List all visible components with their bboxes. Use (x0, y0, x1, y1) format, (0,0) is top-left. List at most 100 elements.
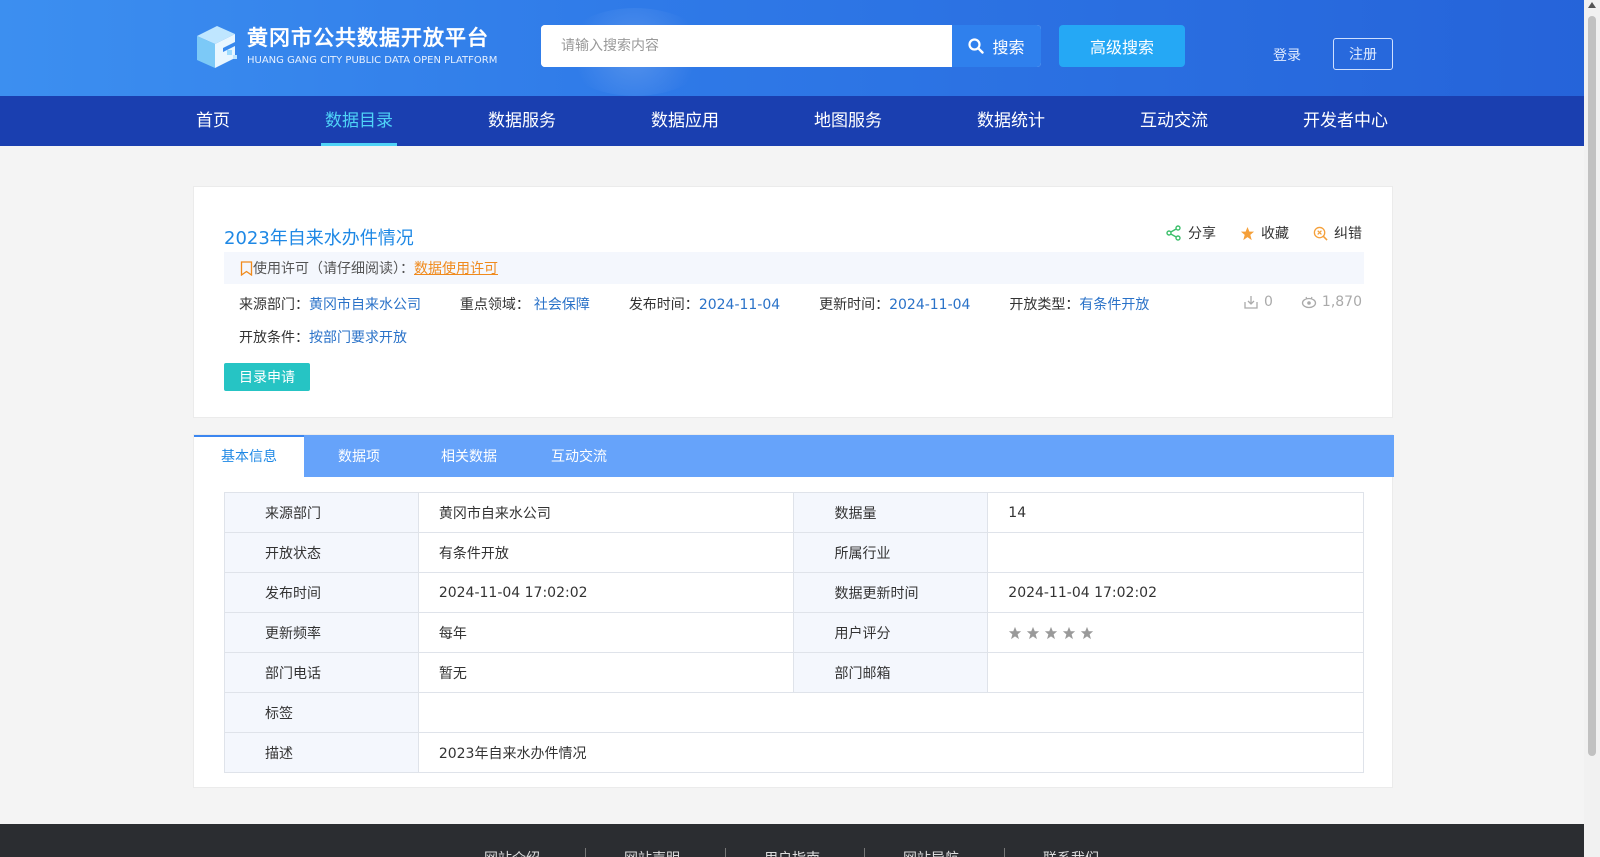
search-box: 搜索 (541, 25, 1041, 67)
detail-tabbar: 基本信息 数据项 相关数据 互动交流 (194, 435, 1394, 477)
tab-basic-info[interactable]: 基本信息 (194, 435, 304, 477)
dataset-summary-card: 2023年自来水办件情况 分享 收藏 纠错 使用许可（请仔细阅读）： 数据使用许… (193, 186, 1393, 418)
tab-interaction[interactable]: 互动交流 (524, 435, 634, 477)
nav-item-map-service[interactable]: 地图服务 (814, 96, 882, 146)
info-value: 黄冈市自来水公司 (417, 492, 795, 533)
info-key: 来源部门 (224, 492, 419, 533)
star-icon (1240, 226, 1255, 240)
site-logo[interactable]: 黄冈市公共数据开放平台 HUANG GANG CITY PUBLIC DATA … (193, 22, 497, 74)
share-button[interactable]: 分享 (1166, 223, 1216, 243)
nav-item-data-catalog[interactable]: 数据目录 (321, 96, 397, 146)
star-rating-icon[interactable] (1008, 626, 1022, 640)
info-key: 标签 (224, 692, 419, 733)
basic-info-table: 来源部门 黄冈市自来水公司 数据量 14 开放状态 有条件开放 所属行业 发布时… (224, 492, 1365, 773)
report-error-label: 纠错 (1334, 226, 1362, 242)
info-key: 发布时间 (224, 572, 419, 613)
license-bar: 使用许可（请仔细阅读）： 数据使用许可 (224, 252, 1364, 284)
footer-divider (725, 848, 726, 857)
scroll-up-arrow-icon[interactable] (1588, 2, 1596, 8)
rating-stars (1008, 626, 1363, 640)
footer-link-guide[interactable]: 用户指南 (764, 848, 820, 857)
site-footer: 网站介绍 网站声明 用户指南 网站导航 联系我们 (0, 824, 1600, 857)
star-rating-icon[interactable] (1044, 626, 1058, 640)
register-button[interactable]: 注册 (1333, 38, 1393, 70)
open-condition-value: 按部门要求开放 (309, 330, 407, 346)
table-row: 描述 2023年自来水办件情况 (224, 732, 1365, 773)
nav-item-data-application[interactable]: 数据应用 (651, 96, 719, 146)
nav-item-developer-center[interactable]: 开发者中心 (1303, 96, 1388, 146)
info-key: 部门邮箱 (793, 652, 989, 693)
footer-divider (864, 848, 865, 857)
info-value (417, 692, 1365, 733)
nav-item-data-service[interactable]: 数据服务 (488, 96, 556, 146)
user-rating (987, 612, 1364, 653)
source-dept-label: 来源部门： (239, 297, 309, 313)
advanced-search-button[interactable]: 高级搜索 (1059, 25, 1185, 67)
footer-link-about[interactable]: 网站介绍 (484, 848, 540, 857)
publish-time-value: 2024-11-04 (698, 297, 781, 313)
publish-time-label: 发布时间： (628, 297, 699, 313)
footer-divider (585, 848, 586, 857)
footer-link-contact[interactable]: 联系我们 (1043, 848, 1099, 857)
info-value: 2024-11-04 17:02:02 (987, 572, 1364, 613)
open-condition-label: 开放条件： (239, 330, 309, 346)
site-title: 黄冈市公共数据开放平台 (247, 26, 489, 50)
table-row: 部门电话 暂无 部门邮箱 (224, 652, 1364, 693)
info-value (987, 532, 1364, 573)
report-error-button[interactable]: 纠错 (1313, 223, 1362, 243)
info-key: 用户评分 (793, 612, 989, 653)
search-input[interactable] (541, 25, 952, 67)
favorite-button[interactable]: 收藏 (1240, 223, 1289, 243)
page-scrollbar[interactable] (1584, 0, 1600, 857)
search-icon (968, 38, 985, 54)
source-dept-value[interactable]: 黄冈市自来水公司 (309, 297, 421, 313)
star-rating-icon[interactable] (1026, 626, 1040, 640)
favorite-label: 收藏 (1261, 226, 1289, 242)
table-row: 开放状态 有条件开放 所属行业 (224, 532, 1364, 573)
nav-item-interaction[interactable]: 互动交流 (1140, 96, 1208, 146)
footer-link-statement[interactable]: 网站声明 (624, 848, 680, 857)
search-button[interactable]: 搜索 (952, 25, 1041, 67)
license-link[interactable]: 数据使用许可 (414, 258, 498, 278)
tab-data-items[interactable]: 数据项 (304, 435, 414, 477)
tab-related-data[interactable]: 相关数据 (414, 435, 524, 477)
info-key: 所属行业 (793, 532, 989, 573)
nav-item-data-statistics[interactable]: 数据统计 (977, 96, 1045, 146)
table-row: 更新频率 每年 用户评分 (224, 612, 1364, 653)
open-type-value: 有条件开放 (1079, 297, 1150, 313)
domain-value[interactable]: 社会保障 (534, 297, 590, 313)
license-prefix: 使用许可（请仔细阅读）： (253, 261, 414, 277)
main-nav: 首页 数据目录 数据服务 数据应用 地图服务 数据统计 互动交流 开发者中心 (0, 96, 1600, 146)
view-count-value: 1,870 (1321, 294, 1362, 310)
info-value: 每年 (417, 612, 795, 653)
catalog-apply-button[interactable]: 目录申请 (224, 363, 310, 391)
info-value: 暂无 (417, 652, 795, 693)
update-time-label: 更新时间： (819, 297, 890, 313)
info-key: 数据量 (793, 492, 989, 533)
footer-divider (1004, 848, 1005, 857)
share-icon (1166, 225, 1181, 241)
bookmark-icon (240, 260, 253, 276)
footer-link-sitemap[interactable]: 网站导航 (903, 848, 959, 857)
domain-label: 重点领域： (459, 297, 530, 313)
table-row: 发布时间 2024-11-04 17:02:02 数据更新时间 2024-11-… (224, 572, 1364, 613)
site-header: 黄冈市公共数据开放平台 HUANG GANG CITY PUBLIC DATA … (0, 0, 1600, 96)
open-condition-row: 开放条件：按部门要求开放 (239, 327, 407, 347)
search-button-label: 搜索 (992, 38, 1025, 57)
info-key: 描述 (224, 732, 419, 773)
star-rating-icon[interactable] (1062, 626, 1076, 640)
site-subtitle: HUANG GANG CITY PUBLIC DATA OPEN PLATFOR… (247, 55, 498, 66)
open-type-label: 开放类型： (1009, 297, 1080, 313)
download-icon (1244, 296, 1258, 309)
info-value: 2023年自来水办件情况 (417, 732, 1365, 773)
dataset-detail-panel: 基本信息 数据项 相关数据 互动交流 来源部门 黄冈市自来水公司 数据量 14 … (193, 434, 1394, 788)
info-key: 部门电话 (224, 652, 419, 693)
info-key: 数据更新时间 (793, 572, 989, 613)
nav-item-home[interactable]: 首页 (196, 96, 230, 146)
scroll-thumb[interactable] (1588, 16, 1596, 756)
star-rating-icon[interactable] (1080, 626, 1094, 640)
info-value (987, 652, 1364, 693)
eye-icon (1301, 296, 1317, 309)
login-link[interactable]: 登录 (1273, 45, 1301, 65)
download-count-value: 0 (1263, 294, 1273, 310)
